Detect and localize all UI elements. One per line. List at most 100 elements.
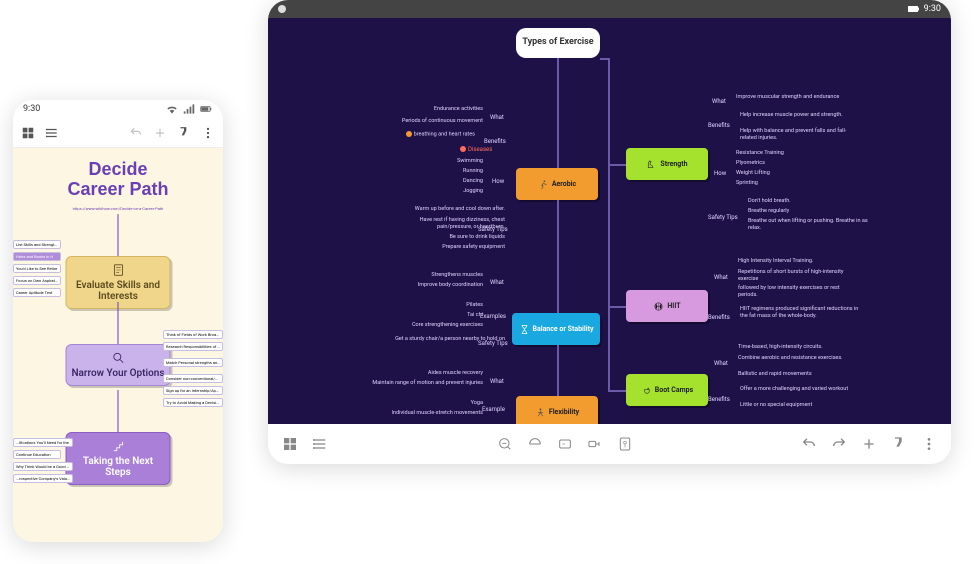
side-chip[interactable]: ...ifications You'll Need for the: [13, 438, 73, 447]
leaf[interactable]: Core strengthening exercises: [412, 322, 483, 329]
undo-icon[interactable]: [129, 126, 143, 140]
side-chip[interactable]: Try to Avoid Making a Decision Based on …: [163, 398, 223, 407]
leaf[interactable]: Have rest if having dizziness, chest pai…: [385, 217, 505, 231]
side-chip[interactable]: Research Responsibilities of Jobs within…: [163, 342, 223, 351]
group-label: How: [714, 170, 726, 177]
undo-icon[interactable]: [801, 436, 817, 452]
node-strength[interactable]: Strength: [626, 148, 708, 180]
zoom-out-icon[interactable]: [497, 436, 513, 452]
more-icon[interactable]: [921, 436, 937, 452]
side-chip[interactable]: Match Personal strengths and Potential J…: [163, 358, 223, 367]
side-chip[interactable]: Hobs and Books in It: [13, 252, 61, 261]
leaf[interactable]: Time-based, high-intensity circuits.: [738, 344, 823, 351]
subtopic-icon[interactable]: [587, 436, 603, 452]
phone-status-bar: 9:30: [13, 100, 223, 118]
tablet-mindmap-canvas[interactable]: Types of Exercise Aerobic Balance or Sta…: [268, 18, 951, 424]
node-bootcamps[interactable]: Boot Camps: [626, 374, 708, 406]
attach-icon[interactable]: [617, 436, 633, 452]
group-label: Benefits: [484, 138, 506, 145]
leaf[interactable]: Dancing: [463, 178, 483, 185]
side-chip[interactable]: Sign up for an Internship/Apprent: [163, 386, 223, 395]
side-chip[interactable]: Why Think Would be a Good Fit: [13, 462, 73, 471]
group-label: Safety Tips: [708, 214, 738, 221]
leaf[interactable]: High Intensity Interval Training.: [738, 258, 813, 265]
add-icon[interactable]: [861, 436, 877, 452]
leaf[interactable]: Improve muscular strength and endurance: [736, 94, 839, 101]
connector-line: [608, 390, 626, 392]
grid-icon[interactable]: [282, 436, 298, 452]
signal-icon: [182, 102, 196, 116]
leaf[interactable]: Improve body coordination: [418, 282, 483, 289]
leaf[interactable]: Strengthens muscles: [431, 272, 483, 279]
leaf[interactable]: Little or no special equipment: [740, 402, 812, 409]
outline-icon[interactable]: [312, 436, 328, 452]
more-icon[interactable]: [201, 126, 215, 140]
side-chip[interactable]: You'd Like to See Retire: [13, 264, 61, 273]
leaf[interactable]: Yoga: [471, 400, 483, 407]
format-icon[interactable]: [177, 126, 191, 140]
group-label: Benefits: [708, 122, 730, 129]
format-icon[interactable]: [891, 436, 907, 452]
leaf[interactable]: Weight Lifting: [736, 170, 770, 177]
node-next-steps[interactable]: Taking the Next Steps: [66, 432, 171, 485]
node-aerobic[interactable]: Aerobic: [516, 168, 598, 200]
phone-device: 9:30 Decide Career Path https://www.wiki…: [13, 100, 223, 542]
leaf[interactable]: Pilates: [466, 302, 483, 309]
leaf[interactable]: Repetitions of short bursts of high-inte…: [738, 269, 858, 283]
leaf[interactable]: Combine aerobic and resistance exercises…: [738, 355, 843, 362]
leaf[interactable]: Don't hold breath.: [748, 198, 791, 205]
topic-icon[interactable]: [557, 436, 573, 452]
leaf[interactable]: Running: [463, 168, 483, 175]
group-label: What: [714, 274, 728, 281]
leaf[interactable]: HIIT regimens produced significant reduc…: [740, 306, 860, 320]
leaf[interactable]: Swimming: [457, 158, 483, 165]
node-hiit[interactable]: HIIT: [626, 290, 708, 322]
leaf[interactable]: Sprinting: [736, 180, 758, 187]
leaf[interactable]: Prepare safety equipment: [442, 244, 505, 251]
node-balance[interactable]: Balance or Stability: [512, 313, 600, 345]
leaf[interactable]: Tai chi: [467, 312, 483, 319]
leaf[interactable]: Breathe out when lifting or pushing. Bre…: [748, 218, 868, 232]
leaf[interactable]: Ballistic and rapid movements: [738, 371, 812, 378]
phone-mindmap-canvas[interactable]: Decide Career Path https://www.wikihow.c…: [13, 148, 223, 542]
side-chip[interactable]: Career Aptitude Test: [13, 288, 61, 297]
add-icon[interactable]: [153, 126, 167, 140]
grid-icon[interactable]: [21, 126, 35, 140]
leaf[interactable]: Maintain range of motion and prevent inj…: [372, 380, 483, 387]
leaf[interactable]: Warm up before and cool down after.: [415, 206, 505, 213]
leaf[interactable]: Aides muscle recovery: [428, 370, 483, 377]
leaf[interactable]: Endurance activities: [434, 106, 483, 113]
root-node[interactable]: Types of Exercise: [516, 28, 600, 58]
basketball-icon: [653, 301, 664, 312]
side-chip[interactable]: Continue Education: [13, 450, 61, 459]
group-label: What: [490, 378, 504, 385]
leaf[interactable]: Get a sturdy chair/a person nearby to ho…: [395, 336, 505, 343]
leaf[interactable]: Jogging: [463, 188, 483, 195]
side-chip[interactable]: ...rospective Company's Values on Own: [13, 474, 73, 483]
leaf[interactable]: Help with balance and prevent falls and …: [740, 128, 860, 142]
leaf[interactable]: Help increase muscle power and strength.: [740, 112, 843, 119]
muscle-icon: [646, 159, 657, 170]
connector-line: [600, 58, 608, 60]
side-chip[interactable]: Think of Fields of Work Broadly: [163, 330, 223, 339]
leaf[interactable]: Individual muscle-stretch movements: [392, 410, 483, 417]
leaf[interactable]: Breathe regularly: [748, 208, 789, 215]
redo-icon[interactable]: [831, 436, 847, 452]
leaf[interactable]: Periods of continuous movement: [402, 118, 483, 125]
side-chip[interactable]: List Skills and Strengths: [13, 240, 61, 249]
side-chip[interactable]: Consider non-conventional/Creative: [163, 374, 223, 383]
leaf[interactable]: Plyometrics: [736, 160, 765, 167]
node-flexibility[interactable]: Flexibility: [516, 396, 598, 424]
leaf[interactable]: Offer a more challenging and varied work…: [740, 386, 848, 393]
group-label: Examples: [480, 313, 506, 320]
node-narrow[interactable]: Narrow Your Options: [66, 344, 171, 386]
runner-icon: [538, 179, 549, 190]
leaf[interactable]: followed by low intensity exercises or r…: [738, 285, 858, 299]
fit-icon[interactable]: [527, 436, 543, 452]
leaf[interactable]: Resistance Training: [736, 150, 784, 157]
side-chip[interactable]: Focus on Own Aspiration: [13, 276, 61, 285]
leaf[interactable]: Be sure to drink liquids: [449, 234, 505, 241]
outline-icon[interactable]: [45, 126, 59, 140]
connector-line: [557, 345, 559, 396]
leaf[interactable]: breathing and heart rates: [406, 131, 475, 138]
